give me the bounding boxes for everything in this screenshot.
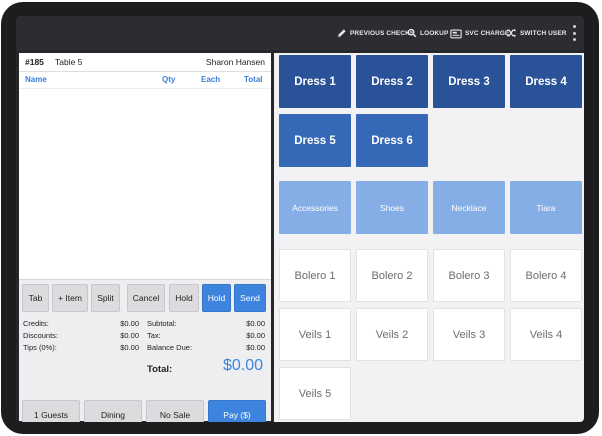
- tile-dress-1[interactable]: Dress 1: [279, 55, 351, 108]
- total-value: $0.00: [222, 357, 263, 374]
- tips-value: $0.00: [120, 343, 139, 352]
- table-label: Table 5: [55, 57, 83, 67]
- column-each: Each: [201, 75, 221, 84]
- top-bar: PREVIOUS CHECKS LOOKUP SVC CHARGE SWITCH…: [16, 16, 584, 50]
- tax-label: Tax:: [147, 331, 161, 340]
- server-name: Sharon Hansen: [205, 57, 265, 67]
- credits-value: $0.00: [120, 319, 139, 328]
- send-button[interactable]: Send: [234, 284, 266, 312]
- checkout-bar: 1 Guests Dining No Sale Pay ($): [22, 400, 270, 422]
- dining-button[interactable]: Dining: [84, 400, 142, 422]
- tile-dress-3[interactable]: Dress 3: [433, 55, 505, 108]
- order-panel: #185 Table 5 Sharon Hansen Name Qty Each…: [19, 53, 271, 422]
- tile-bolero-1[interactable]: Bolero 1: [279, 249, 351, 302]
- more-vertical-icon[interactable]: [572, 25, 576, 41]
- tile-dress-6[interactable]: Dress 6: [356, 114, 428, 167]
- switch-user-label: SWITCH USER: [520, 29, 567, 37]
- total-label: Total:: [147, 364, 173, 375]
- previous-checks-label: PREVIOUS CHECKS: [350, 29, 415, 37]
- order-header: #185 Table 5 Sharon Hansen: [19, 53, 271, 72]
- pos-screen: PREVIOUS CHECKS LOOKUP SVC CHARGE SWITCH…: [16, 16, 584, 422]
- column-total: Total: [244, 75, 263, 84]
- cancel-button[interactable]: Cancel: [127, 284, 165, 312]
- column-name: Name: [25, 75, 47, 84]
- order-action-bar: Tab + Item Split Cancel Hold Hold Send: [22, 284, 270, 312]
- pay-button[interactable]: Pay ($): [208, 400, 266, 422]
- tile-dress-4[interactable]: Dress 4: [510, 55, 582, 108]
- lookup-label: LOOKUP: [420, 29, 449, 37]
- order-column-headers: Name Qty Each Total: [19, 72, 271, 88]
- tile-dress-5[interactable]: Dress 5: [279, 114, 351, 167]
- previous-checks-button[interactable]: PREVIOUS CHECKS: [336, 16, 414, 50]
- hold-active-button[interactable]: Hold: [202, 284, 231, 312]
- shuffle-icon: [506, 28, 517, 38]
- no-sale-button[interactable]: No Sale: [146, 400, 204, 422]
- credits-label: Credits:: [23, 319, 49, 328]
- tab-button[interactable]: Tab: [22, 284, 49, 312]
- order-items-list[interactable]: [19, 89, 271, 280]
- subtotal-value: $0.00: [246, 319, 265, 328]
- svc-charge-button[interactable]: SVC CHARGE: [450, 16, 509, 50]
- split-button[interactable]: Split: [91, 284, 120, 312]
- column-qty: Qty: [162, 75, 176, 84]
- tablet-frame: PREVIOUS CHECKS LOOKUP SVC CHARGE SWITCH…: [1, 2, 599, 434]
- discounts-label: Discounts:: [23, 331, 59, 340]
- tile-veils-1[interactable]: Veils 1: [279, 308, 351, 361]
- tile-bolero-3[interactable]: Bolero 3: [433, 249, 505, 302]
- switch-user-button[interactable]: SWITCH USER: [506, 16, 567, 50]
- service-charge-icon: [450, 28, 462, 39]
- tile-bolero-2[interactable]: Bolero 2: [356, 249, 428, 302]
- tile-tiara[interactable]: Tiara: [510, 181, 582, 234]
- tile-shoes[interactable]: Shoes: [356, 181, 428, 234]
- add-item-button[interactable]: + Item: [52, 284, 88, 312]
- menu-grid: Dress 1 Dress 2 Dress 3 Dress 4 Dress 5 …: [274, 53, 584, 422]
- subtotal-label: Subtotal:: [147, 319, 177, 328]
- tile-veils-4[interactable]: Veils 4: [510, 308, 582, 361]
- balance-due-value: $0.00: [246, 343, 265, 352]
- guests-button[interactable]: 1 Guests: [22, 400, 80, 422]
- order-number: #185: [25, 57, 44, 67]
- lookup-button[interactable]: LOOKUP: [407, 16, 448, 50]
- tile-accessories[interactable]: Accessories: [279, 181, 351, 234]
- tips-label: Tips (0%):: [23, 343, 57, 352]
- search-icon: [407, 28, 417, 38]
- tile-veils-2[interactable]: Veils 2: [356, 308, 428, 361]
- discounts-value: $0.00: [120, 331, 139, 340]
- tax-value: $0.00: [246, 331, 265, 340]
- hold-button[interactable]: Hold: [169, 284, 199, 312]
- tile-dress-2[interactable]: Dress 2: [356, 55, 428, 108]
- tile-necklace[interactable]: Necklace: [433, 181, 505, 234]
- balance-due-label: Balance Due:: [147, 343, 193, 352]
- tile-veils-5[interactable]: Veils 5: [279, 367, 351, 420]
- pencil-icon: [336, 28, 347, 39]
- tile-veils-3[interactable]: Veils 3: [433, 308, 505, 361]
- svc-charge-label: SVC CHARGE: [465, 29, 510, 37]
- tile-bolero-4[interactable]: Bolero 4: [510, 249, 582, 302]
